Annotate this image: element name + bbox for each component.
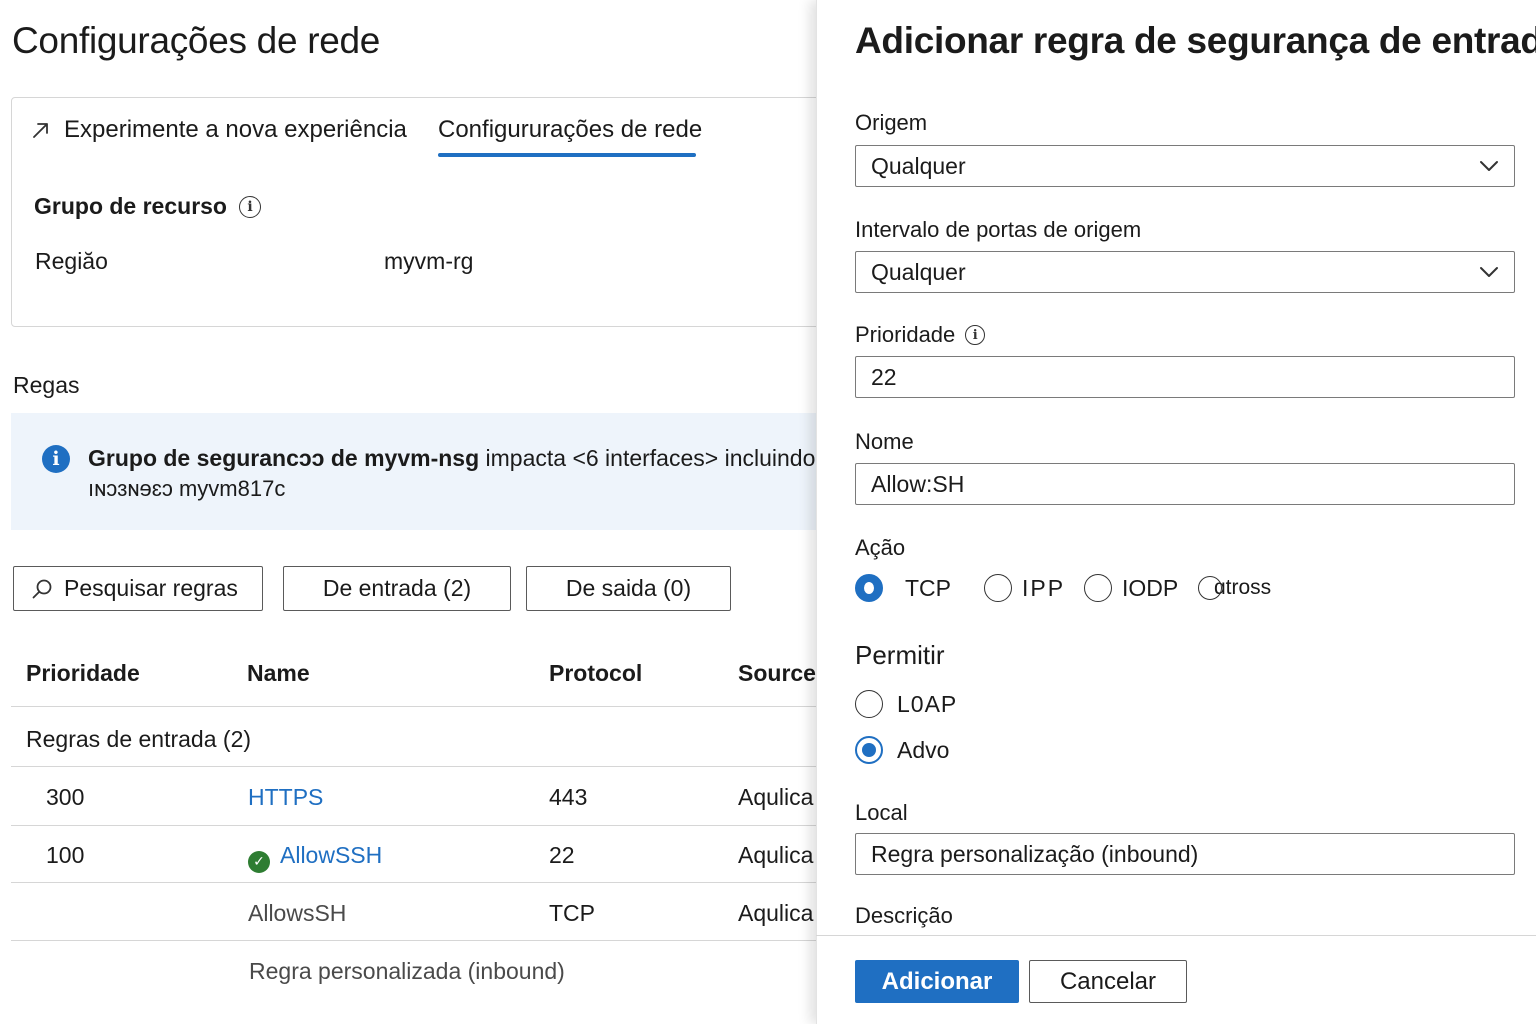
panel-title: Adicionar regra de segurança de entrada bbox=[855, 20, 1536, 61]
row-source: Aqulica bbox=[738, 842, 814, 868]
rules-section-title: Regas bbox=[13, 372, 80, 398]
local-label: Local bbox=[855, 800, 908, 825]
radio-indicator bbox=[855, 690, 883, 718]
row-priority: 100 bbox=[46, 842, 85, 868]
priority-label-text: Prioridade bbox=[855, 322, 956, 347]
tab-new-experience[interactable]: Experimente a nova experiência bbox=[30, 116, 407, 144]
origin-value: Qualquer bbox=[871, 152, 966, 179]
row-source: Aqulica bbox=[738, 784, 814, 810]
source-ports-value: Qualquer bbox=[871, 258, 966, 285]
resource-group-label: Grupo de recurso i bbox=[34, 193, 261, 220]
search-icon bbox=[32, 579, 52, 598]
cancel-button[interactable]: Cancelar bbox=[1029, 960, 1187, 1003]
row-priority: 300 bbox=[46, 784, 85, 810]
action-option-label: ɑtross bbox=[1214, 576, 1272, 599]
name-value: Allow:SH bbox=[871, 470, 965, 497]
source-ports-label: Intervalo de portas de origem bbox=[855, 217, 1142, 242]
divider bbox=[11, 940, 841, 941]
rule-name-link[interactable]: HTTPS bbox=[248, 784, 323, 811]
region-label: Regiăo bbox=[35, 248, 108, 274]
rule-name-cell: ✓ AllowSSH bbox=[248, 842, 382, 873]
row-name: AllowsSH bbox=[248, 900, 347, 926]
row-protocol: 443 bbox=[549, 784, 588, 810]
chevron-down-icon bbox=[1480, 161, 1498, 171]
add-button[interactable]: Adicionar bbox=[855, 960, 1019, 1003]
banner-message-bold: Grupo de segurancɔɔ de myvm-nsg bbox=[88, 445, 480, 471]
divider bbox=[11, 882, 841, 883]
column-header-source[interactable]: Source bbox=[738, 660, 816, 687]
row-source: Aqulica bbox=[738, 900, 814, 926]
action-option-label: TCP bbox=[905, 574, 951, 601]
region-value: myvm-rg bbox=[384, 248, 474, 274]
action-label: Ação bbox=[855, 535, 906, 560]
banner-message-rest: impacta <6 interfaces> incluindo a bbox=[479, 445, 819, 471]
permit-radio-advo[interactable]: Advo bbox=[855, 736, 949, 764]
divider bbox=[11, 766, 841, 767]
inbound-filter-button[interactable]: De entrada (2) bbox=[283, 566, 511, 611]
name-label: Nome bbox=[855, 429, 914, 454]
permit-section-title: Permitir bbox=[855, 640, 945, 670]
column-header-protocol[interactable]: Protocol bbox=[549, 660, 642, 687]
row-protocol: TCP bbox=[549, 900, 595, 926]
local-value: Regra personalização (inbound) bbox=[871, 840, 1199, 867]
row-protocol: 22 bbox=[549, 842, 575, 868]
arrow-up-right-icon bbox=[33, 123, 48, 138]
banner-message: Grupo de segurancɔɔ de myvm-nsg impacta … bbox=[88, 445, 818, 472]
tab-network-settings[interactable]: Configururações de rede bbox=[438, 116, 702, 144]
action-radio-iodp[interactable]: IODP bbox=[1084, 574, 1178, 602]
origin-dropdown[interactable]: Qualquer bbox=[855, 145, 1515, 187]
info-icon[interactable]: i bbox=[965, 325, 986, 345]
radio-selected-indicator bbox=[855, 736, 883, 764]
outbound-filter-button[interactable]: De saida (0) bbox=[526, 566, 731, 611]
local-input[interactable]: Regra personalização (inbound) bbox=[855, 833, 1515, 875]
priority-label: Prioridade i bbox=[855, 322, 986, 348]
source-ports-dropdown[interactable]: Qualquer bbox=[855, 251, 1515, 293]
column-header-priority[interactable]: Prioridade bbox=[26, 660, 140, 687]
origin-label: Origem bbox=[855, 110, 928, 135]
inbound-rules-group[interactable]: Regras de entrada (2) bbox=[26, 726, 251, 753]
description-label: Descrição bbox=[855, 903, 953, 928]
action-option-label: IODP bbox=[1122, 574, 1179, 601]
name-input[interactable]: Allow:SH bbox=[855, 463, 1515, 505]
tab-new-experience-label: Experimente a nova experiência bbox=[64, 116, 407, 143]
divider bbox=[11, 825, 841, 826]
radio-selected-indicator bbox=[855, 574, 883, 602]
active-tab-indicator bbox=[438, 153, 696, 157]
search-rules-button[interactable]: Pesquisar regras bbox=[13, 566, 263, 611]
permit-option-label: Advo bbox=[897, 736, 950, 763]
action-radio-across[interactable]: ɑtross bbox=[1198, 576, 1271, 600]
divider bbox=[11, 706, 841, 707]
resource-group-text: Grupo de recurso bbox=[34, 193, 227, 219]
column-header-name[interactable]: Name bbox=[247, 660, 310, 687]
priority-input[interactable]: 22 bbox=[855, 356, 1515, 398]
radio-indicator bbox=[984, 574, 1012, 602]
row-description: Regra personalizada (inbound) bbox=[249, 958, 565, 984]
info-icon: i bbox=[42, 445, 70, 473]
action-radio-ipp[interactable]: IPP bbox=[984, 574, 1065, 602]
banner-message-line2: ıɴɔɜɴɘɛɔ myvm817c bbox=[88, 476, 286, 501]
radio-indicator bbox=[1084, 574, 1112, 602]
action-option-label: IPP bbox=[1022, 574, 1066, 601]
permit-option-label: L0AP bbox=[897, 690, 958, 717]
page-title: Configurações de rede bbox=[12, 20, 381, 61]
check-circle-icon: ✓ bbox=[248, 850, 270, 873]
panel-footer-divider bbox=[816, 935, 1536, 936]
permit-radio-ldap[interactable]: L0AP bbox=[855, 690, 957, 718]
search-rules-label: Pesquisar regras bbox=[64, 575, 238, 601]
chevron-down-icon bbox=[1480, 267, 1498, 277]
info-icon[interactable]: i bbox=[238, 195, 261, 218]
rule-name-link[interactable]: AllowSSH bbox=[280, 842, 382, 868]
priority-value: 22 bbox=[871, 363, 897, 390]
action-radio-tcp[interactable]: TCP bbox=[855, 574, 951, 602]
